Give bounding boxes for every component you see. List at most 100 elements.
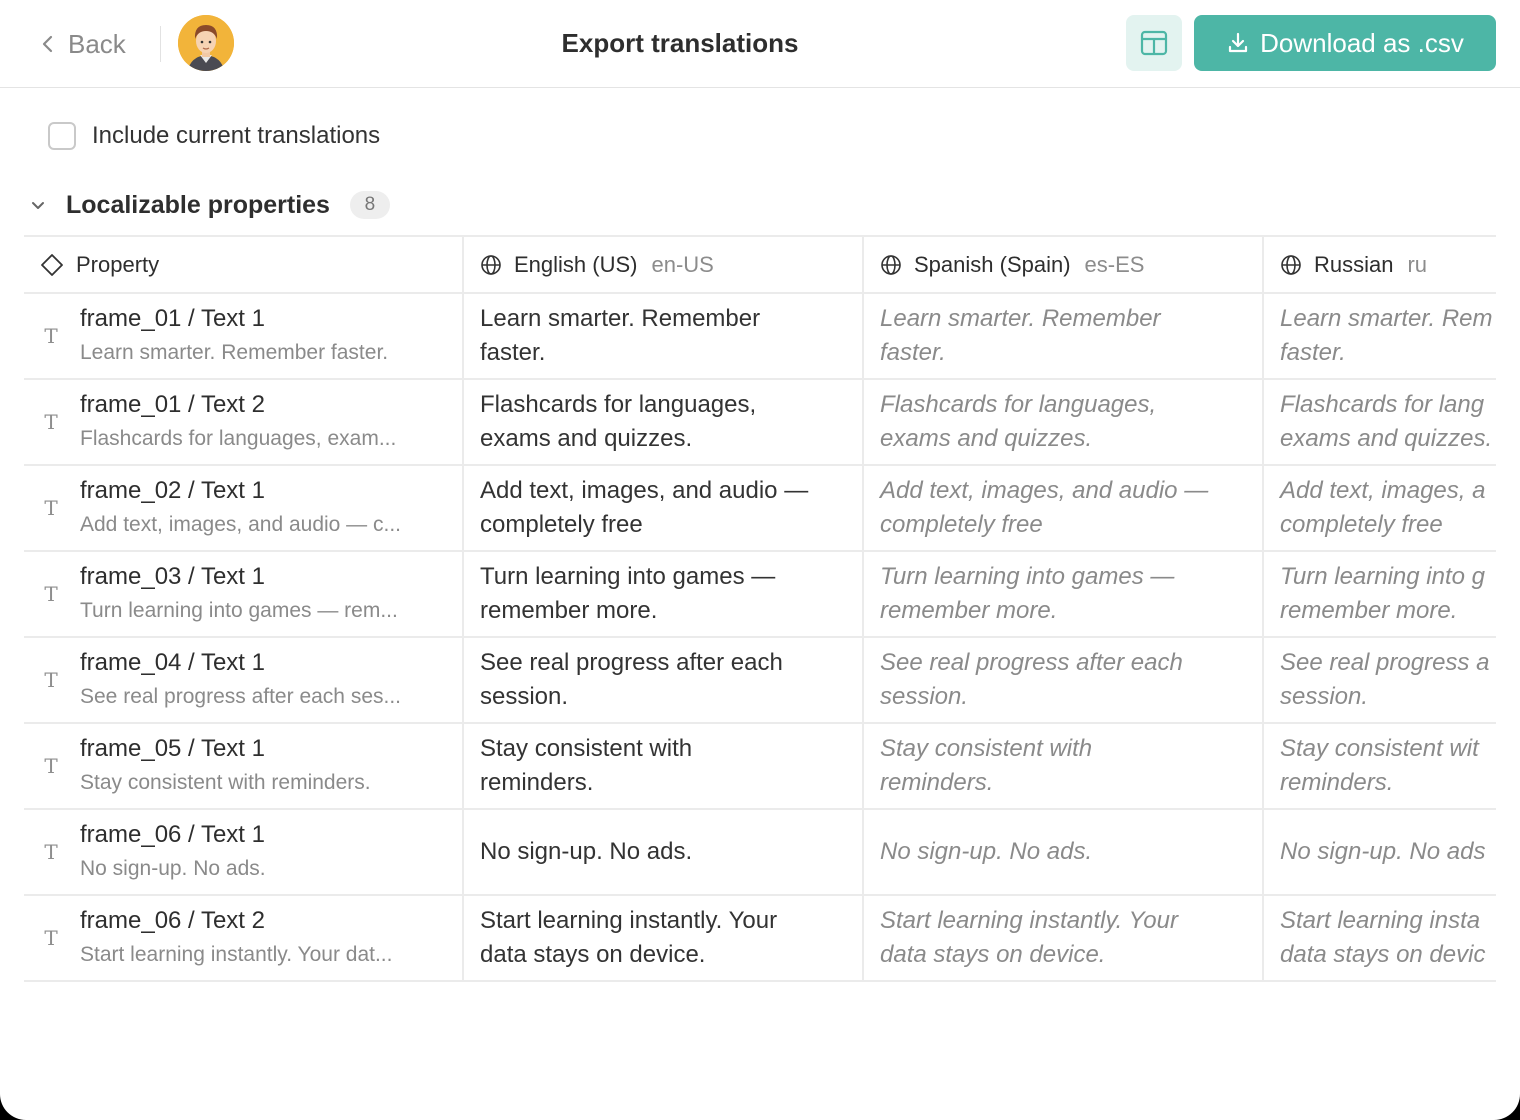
globe-icon <box>481 254 501 275</box>
export-translations-window: Back Export translations Download as .cs… <box>0 0 1520 1120</box>
translation-line: Stay consistent wit <box>1280 735 1479 762</box>
translation-cell-en[interactable]: Add text, images, and audio — completely … <box>463 465 864 552</box>
translation-line: exams and quizzes. <box>880 425 1093 452</box>
property-cell[interactable]: Tframe_04 / Text 1 See real progress afte… <box>24 637 464 724</box>
translation-cell-es[interactable]: Learn smarter. Remember faster. <box>863 293 1264 380</box>
table-header-row: Property English (US) en-US Spanish (Spa… <box>24 236 1496 294</box>
property-cell[interactable]: Tframe_06 / Text 1 No sign-up. No ads. <box>24 809 464 896</box>
translation-cell-en[interactable]: Start learning instantly. Your data stays… <box>463 895 864 982</box>
column-name: Russian <box>1314 251 1394 277</box>
translation-cell-es[interactable]: Add text, images, and audio — completely … <box>863 465 1264 552</box>
property-name: frame_06 / Text 2 <box>80 907 265 934</box>
translation-cell-ru[interactable]: Learn smarter. Rem faster. <box>1263 293 1496 380</box>
translation-line: remember more. <box>880 597 1058 624</box>
translation-line: Turn learning into games — <box>880 563 1175 590</box>
property-cell[interactable]: Tframe_05 / Text 1 Stay consistent with r… <box>24 723 464 810</box>
translation-line: No sign-up. No ads <box>1280 838 1486 865</box>
translation-cell-es[interactable]: Flashcards for languages, exams and quizz… <box>863 379 1264 466</box>
translation-line: No sign-up. No ads. <box>880 838 1093 865</box>
property-cell[interactable]: Tframe_01 / Text 2 Flashcards for languag… <box>24 379 464 466</box>
translation-cell-ru[interactable]: See real progress a session. <box>1263 637 1496 724</box>
translation-cell-en[interactable]: Flashcards for languages, exams and quizz… <box>463 379 864 466</box>
translation-cell-en[interactable]: Turn learning into games — remember more. <box>463 551 864 638</box>
column-header-spanish[interactable]: Spanish (Spain) es-ES <box>863 236 1264 294</box>
table-row[interactable]: Tframe_01 / Text 1 Learn smarter. Remembe… <box>24 293 1496 380</box>
translation-line: completely free <box>480 511 643 538</box>
locale-code: ru <box>1407 251 1428 277</box>
header: Back Export translations Download as .cs… <box>0 0 1520 88</box>
include-current-translations-checkbox[interactable] <box>48 122 76 150</box>
text-type-icon: T <box>44 324 58 348</box>
table-row[interactable]: Tframe_02 / Text 1 Add text, images, and … <box>24 465 1496 552</box>
column-name: Property <box>76 251 160 277</box>
property-preview: Turn learning into games — rem... <box>80 599 398 622</box>
translation-line: No sign-up. No ads. <box>480 838 693 865</box>
properties-table-container[interactable]: Property English (US) en-US Spanish (Spa… <box>24 235 1496 985</box>
translation-line: Start learning instantly. Your <box>880 907 1178 934</box>
globe-icon <box>881 254 901 275</box>
translation-line: exams and quizzes. <box>480 425 693 452</box>
table-row[interactable]: Tframe_01 / Text 2 Flashcards for languag… <box>24 379 1496 466</box>
property-preview: Flashcards for languages, exam... <box>80 427 397 450</box>
translation-line: Stay consistent with <box>880 735 1093 762</box>
translation-line: remember more. <box>1280 597 1458 624</box>
translation-cell-es[interactable]: Stay consistent with reminders. <box>863 723 1264 810</box>
translation-cell-ru[interactable]: No sign-up. No ads <box>1263 809 1496 896</box>
property-preview: See real progress after each ses... <box>80 685 401 708</box>
translation-cell-en[interactable]: See real progress after each session. <box>463 637 864 724</box>
translation-cell-en[interactable]: Stay consistent with reminders. <box>463 723 864 810</box>
table-row[interactable]: Tframe_06 / Text 1 No sign-up. No ads. No … <box>24 809 1496 896</box>
property-cell[interactable]: Tframe_02 / Text 1 Add text, images, and … <box>24 465 464 552</box>
translation-line: Learn smarter. Remember <box>480 305 761 332</box>
translation-line: Add text, images, and audio — <box>880 477 1209 504</box>
translation-cell-ru[interactable]: Start learning insta data stays on devic <box>1263 895 1496 982</box>
property-cell[interactable]: Tframe_01 / Text 1 Learn smarter. Remembe… <box>24 293 464 380</box>
panel-layout-icon <box>1140 30 1168 56</box>
translation-line: session. <box>480 683 569 710</box>
translation-cell-en[interactable]: Learn smarter. Remember faster. <box>463 293 864 380</box>
translation-cell-ru[interactable]: Turn learning into g remember more. <box>1263 551 1496 638</box>
property-cell[interactable]: Tframe_06 / Text 2 Start learning instant… <box>24 895 464 982</box>
translation-cell-ru[interactable]: Add text, images, a completely free <box>1263 465 1496 552</box>
translation-line: faster. <box>880 339 946 366</box>
property-preview: Add text, images, and audio — c... <box>80 513 402 536</box>
translation-cell-ru[interactable]: Flashcards for lang exams and quizzes. <box>1263 379 1496 466</box>
translation-cell-es[interactable]: Start learning instantly. Your data stays… <box>863 895 1264 982</box>
text-type-icon: T <box>44 410 58 434</box>
locale-code: es-ES <box>1084 251 1145 277</box>
translation-cell-ru[interactable]: Stay consistent wit reminders. <box>1263 723 1496 810</box>
column-header-english[interactable]: English (US) en-US <box>463 236 864 294</box>
column-header-property[interactable]: Property <box>24 236 464 294</box>
translation-line: See real progress a <box>1280 649 1490 676</box>
translation-line: Flashcards for languages, <box>880 391 1157 418</box>
translation-line: reminders. <box>1280 769 1394 796</box>
column-header-russian[interactable]: Russian ru <box>1263 236 1496 294</box>
translation-line: Learn smarter. Rem <box>1280 305 1493 332</box>
property-preview: Start learning instantly. Your dat... <box>80 943 393 966</box>
table-row[interactable]: Tframe_03 / Text 1 Turn learning into gam… <box>24 551 1496 638</box>
property-cell[interactable]: Tframe_03 / Text 1 Turn learning into gam… <box>24 551 464 638</box>
translation-line: Flashcards for languages, <box>480 391 757 418</box>
translation-line: Stay consistent with <box>480 735 693 762</box>
translation-cell-es[interactable]: No sign-up. No ads. <box>863 809 1264 896</box>
include-current-translations-option[interactable]: Include current translations <box>48 122 380 150</box>
property-name: frame_06 / Text 1 <box>80 821 265 848</box>
property-name: frame_03 / Text 1 <box>80 563 265 590</box>
translation-cell-en[interactable]: No sign-up. No ads. <box>463 809 864 896</box>
text-type-icon: T <box>44 840 58 864</box>
property-preview: Stay consistent with reminders. <box>80 771 371 794</box>
layout-toggle-button[interactable] <box>1126 15 1182 71</box>
translation-cell-es[interactable]: See real progress after each session. <box>863 637 1264 724</box>
translation-line: session. <box>880 683 969 710</box>
translation-line: data stays on device. <box>480 941 706 968</box>
chevron-down-icon <box>32 202 44 209</box>
table-row[interactable]: Tframe_05 / Text 1 Stay consistent with r… <box>24 723 1496 810</box>
table-row[interactable]: Tframe_04 / Text 1 See real progress afte… <box>24 637 1496 724</box>
localizable-properties-section-header[interactable]: Localizable properties 8 <box>28 188 390 222</box>
table-row[interactable]: Tframe_06 / Text 2 Start learning instant… <box>24 895 1496 982</box>
property-name: frame_01 / Text 2 <box>80 391 265 418</box>
download-csv-button[interactable]: Download as .csv <box>1194 15 1496 71</box>
translation-cell-es[interactable]: Turn learning into games — remember more. <box>863 551 1264 638</box>
locale-code: en-US <box>651 251 714 277</box>
properties-table: Property English (US) en-US Spanish (Spa… <box>24 235 1496 982</box>
